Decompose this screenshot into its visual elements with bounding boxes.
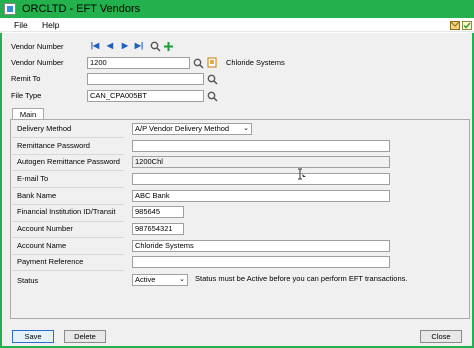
bank-name-label: Bank Name [17, 191, 57, 200]
delivery-method-label: Delivery Method [17, 124, 72, 133]
institution-transit-label: Financial Institution ID/Transit [17, 207, 116, 216]
help-check-icon[interactable] [462, 21, 472, 30]
status-label: Status [17, 276, 39, 285]
row-divider [12, 137, 124, 138]
file-type-label: File Type [11, 91, 42, 100]
row-divider [12, 221, 124, 222]
delete-button[interactable]: Delete [64, 330, 106, 343]
file-type-field[interactable]: CAN_CPA005BT [87, 90, 204, 102]
remit-to-field[interactable] [87, 73, 204, 85]
delivery-method-select[interactable]: A/P Vendor Delivery Method ⌄ [132, 123, 252, 135]
remittance-password-label: Remittance Password [17, 141, 90, 150]
email-to-label: E-mail To [17, 174, 49, 183]
payment-reference-field[interactable] [132, 256, 390, 268]
row-divider [12, 270, 124, 271]
file-type-finder-icon[interactable] [207, 91, 218, 102]
account-number-field[interactable]: 987654321 [132, 223, 184, 235]
autogen-password-label: Autogen Remittance Password [17, 157, 120, 166]
text-cursor-icon [298, 168, 306, 180]
vendor-finder-icon[interactable] [193, 58, 204, 69]
email-to-field[interactable] [132, 173, 390, 185]
zoom-vendor-icon[interactable] [207, 57, 218, 68]
add-icon[interactable] [163, 41, 174, 52]
vendor-number-field[interactable]: 1200 [87, 57, 190, 69]
app-icon [4, 3, 16, 15]
vendor-name: Chloride Systems [226, 58, 285, 67]
account-number-label: Account Number [17, 224, 73, 233]
row-divider [12, 237, 124, 238]
status-value: Active [135, 275, 156, 284]
status-select[interactable]: Active ⌄ [132, 274, 188, 286]
status-note: Status must be Active before you can per… [195, 274, 408, 283]
row-divider [12, 254, 124, 255]
close-button[interactable]: Close [420, 330, 462, 343]
row-divider [12, 204, 124, 205]
menu-file[interactable]: File [14, 19, 28, 31]
chevron-down-icon: ⌄ [179, 276, 185, 283]
institution-transit-field[interactable]: 985645 [132, 206, 184, 218]
save-button[interactable]: Save [12, 330, 54, 343]
row-divider [12, 187, 124, 188]
menu-help[interactable]: Help [42, 19, 59, 31]
menu-bar: File Help [0, 18, 474, 32]
delivery-method-value: A/P Vendor Delivery Method [135, 124, 230, 133]
next-record-icon[interactable]: ▶ [120, 41, 130, 51]
chevron-down-icon: ⌄ [243, 125, 249, 132]
search-icon[interactable] [150, 41, 161, 52]
remit-to-finder-icon[interactable] [207, 74, 218, 85]
payment-reference-label: Payment Reference [17, 257, 84, 266]
account-name-field[interactable]: Chloride Systems [132, 240, 390, 252]
remittance-password-field[interactable] [132, 140, 390, 152]
row-divider [12, 154, 124, 155]
last-record-icon[interactable]: ▶| [134, 41, 144, 51]
autogen-password-field: 1200Chl [132, 156, 390, 168]
previous-record-icon[interactable]: ◀ [105, 41, 115, 51]
email-icon[interactable] [450, 21, 460, 30]
window-title: ORCLTD - EFT Vendors [22, 3, 141, 15]
first-record-icon[interactable]: |◀ [90, 41, 100, 51]
account-name-label: Account Name [17, 241, 67, 250]
title-bar: ORCLTD - EFT Vendors [0, 0, 474, 18]
row-divider [12, 170, 124, 171]
vendor-number-nav-label: Vendor Number [11, 42, 64, 51]
remit-to-label: Remit To [11, 74, 41, 83]
vendor-number-label: Vendor Number [11, 58, 64, 67]
bank-name-field[interactable]: ABC Bank [132, 190, 390, 202]
